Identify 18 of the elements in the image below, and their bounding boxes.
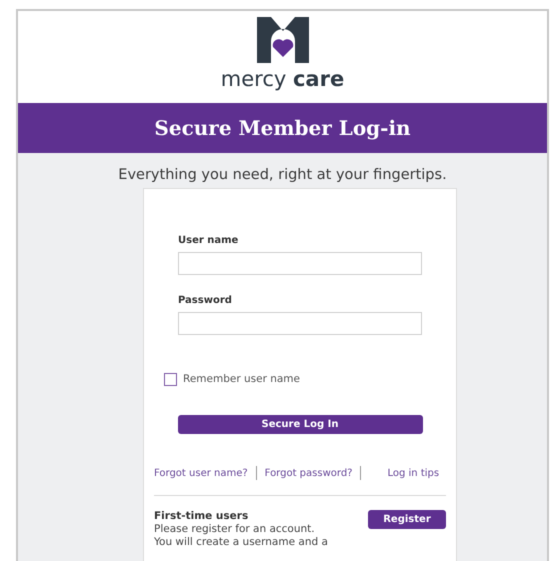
logo-icon [256, 17, 308, 63]
tagline: Everything you need, right at your fingertips. [118, 166, 447, 185]
info-text: You will create a username and a [154, 536, 328, 549]
help-link[interactable]: Log in tips [387, 466, 440, 481]
help-link[interactable]: Forgot password? [264, 466, 352, 481]
logo-wordmark: mercy care [220, 69, 344, 90]
section-heading: First-time users [154, 510, 250, 523]
field-label: Password [178, 294, 233, 308]
register-button[interactable]: Register [368, 510, 446, 529]
field-label: User name [178, 234, 240, 248]
remember-checkbox[interactable] [164, 373, 177, 386]
page-title: Secure Member Log-in [154, 115, 411, 142]
login-button[interactable]: Secure Log In [178, 414, 422, 434]
help-link[interactable]: Forgot user name? [154, 466, 248, 481]
info-text: Please register for an account. [154, 522, 316, 536]
username-field[interactable] [178, 252, 422, 275]
password-field[interactable] [178, 312, 422, 335]
remember-label: Remember user name [183, 372, 300, 387]
